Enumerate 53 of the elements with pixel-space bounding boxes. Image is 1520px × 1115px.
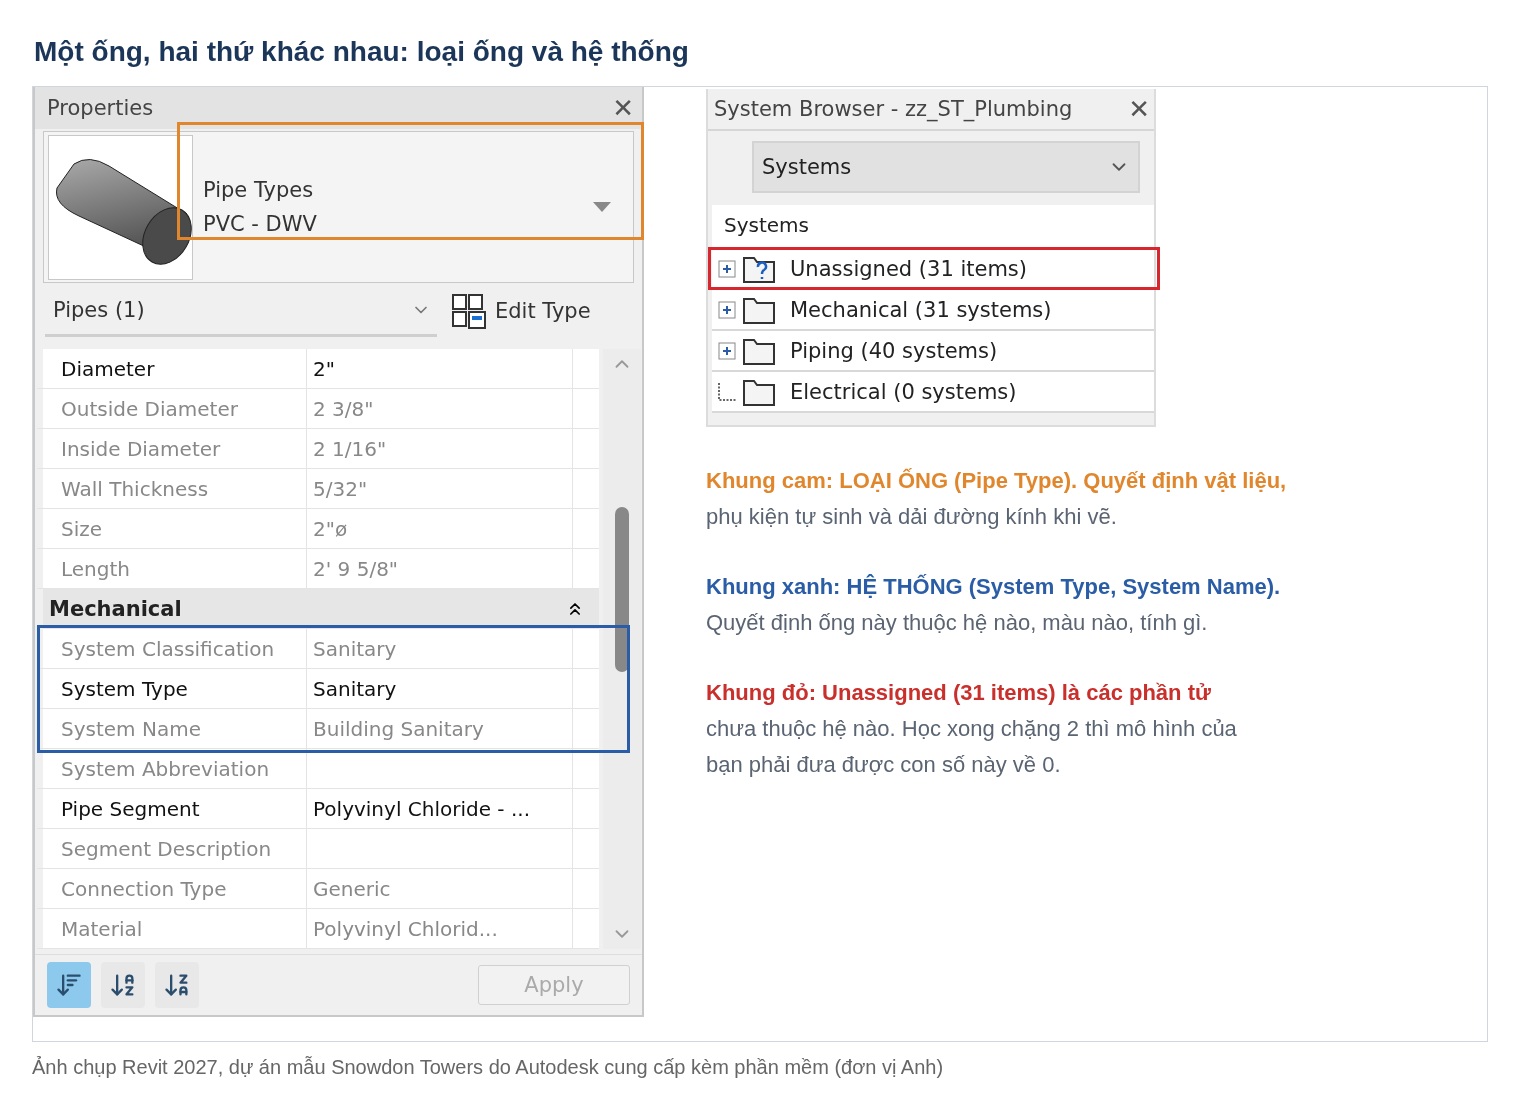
tree-item-label: Unassigned (31 items): [790, 256, 1027, 281]
property-label: System Name: [43, 709, 307, 748]
tree-row[interactable]: Unassigned (31 items): [712, 249, 1154, 290]
property-label: Connection Type: [43, 869, 307, 908]
property-label: System Classification: [43, 629, 307, 668]
edit-type-icon: [451, 293, 487, 329]
tree-root-label: Systems: [724, 213, 809, 237]
property-label: Wall Thickness: [43, 469, 307, 508]
property-label: Segment Description: [43, 829, 307, 868]
type-selector[interactable]: Pipe Types PVC - DWV: [43, 131, 634, 283]
sort-button[interactable]: [101, 962, 145, 1008]
property-label: System Abbreviation: [43, 749, 307, 788]
tree-item-label: Electrical (0 systems): [790, 379, 1017, 404]
expand-icon[interactable]: [718, 300, 736, 319]
view-dropdown[interactable]: Systems: [752, 141, 1140, 193]
sort-button[interactable]: [155, 962, 199, 1008]
edit-type-button[interactable]: Edit Type: [451, 293, 591, 329]
property-label: Pipe Segment: [43, 789, 307, 828]
property-label: Diameter: [43, 349, 307, 388]
tree-row[interactable]: Electrical (0 systems): [712, 372, 1154, 413]
page-title: Một ống, hai thứ khác nhau: loại ống và hệ thống: [34, 35, 690, 69]
property-label: Inside Diameter: [43, 429, 307, 468]
expand-icon[interactable]: [718, 259, 736, 278]
expand-icon[interactable]: [718, 341, 736, 360]
tree-item-label: Piping (40 systems): [790, 338, 998, 363]
panel-title: System Browser - zz_ST_Plumbing: [714, 97, 1073, 121]
panel-title: Properties: [47, 96, 154, 120]
property-value[interactable]: Polyvinyl Chloride - ...: [307, 789, 573, 828]
property-value[interactable]: Sanitary: [307, 669, 573, 708]
property-label: Size: [43, 509, 307, 548]
note-paragraph: Khung đỏ: Unassigned (31 items) là các phần tử chưa thuộc hệ nào. Học xong chặng 2 thì mô hình của bạn phải đưa được con số này về 0.: [706, 679, 1238, 779]
dropdown-caret-icon: [593, 202, 611, 212]
note-paragraph: Khung xanh: HỆ THỐNG (System Type, System Name). Quyết định ống này thuộc hệ nào, màu nào, tính gì.: [706, 573, 1282, 637]
tree-item-label: Mechanical (31 systems): [790, 297, 1052, 322]
tree-row[interactable]: Piping (40 systems): [712, 331, 1154, 372]
category-header[interactable]: Mechanical: [43, 589, 599, 629]
scrollbar[interactable]: [603, 349, 641, 949]
image-caption: Ảnh chụp Revit 2027, dự án mẫu Snowdon Towers do Autodesk cung cấp kèm phần mềm (đơn vị Anh): [32, 1055, 945, 1080]
property-label: Outside Diameter: [43, 389, 307, 428]
type-name: PVC - DWV: [203, 211, 318, 238]
close-button[interactable]: ✕: [612, 95, 634, 121]
note-paragraph: Khung cam: LOẠI ỐNG (Pipe Type). Quyết định vật liệu, phụ kiện tự sinh và dải đường kính khi vẽ.: [706, 467, 1288, 531]
pipe-preview-icon: [48, 134, 193, 280]
instance-selector[interactable]: Pipes (1): [45, 285, 437, 337]
property-label: System Type: [43, 669, 307, 708]
type-family: Pipe Types: [203, 177, 315, 204]
sort-button[interactable]: [47, 962, 91, 1008]
scrollbar-thumb[interactable]: [615, 506, 629, 672]
property-label: Material: [43, 909, 307, 948]
property-value[interactable]: 2": [307, 349, 573, 388]
property-label: Length: [43, 549, 307, 588]
close-button[interactable]: ✕: [1128, 96, 1150, 122]
tree-row[interactable]: Mechanical (31 systems): [712, 290, 1154, 331]
